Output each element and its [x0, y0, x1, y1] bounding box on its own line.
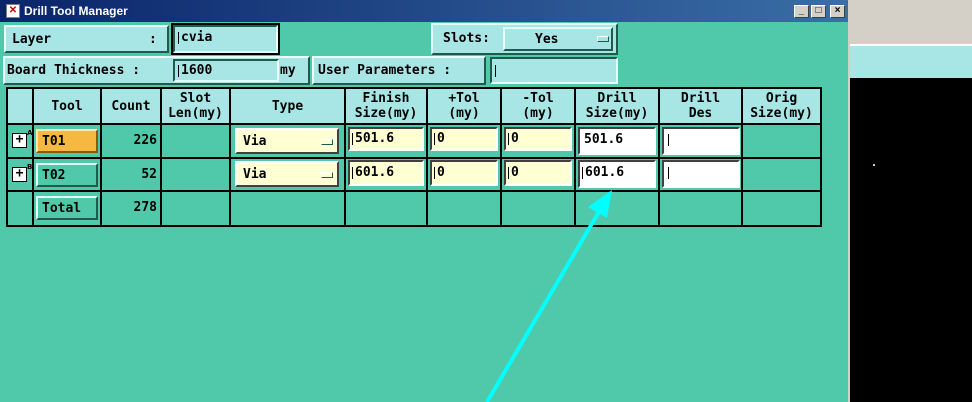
annotation-arrow-head	[588, 190, 612, 218]
annotation-arrow	[485, 190, 612, 402]
annotation-arrow-shaft	[485, 208, 602, 402]
